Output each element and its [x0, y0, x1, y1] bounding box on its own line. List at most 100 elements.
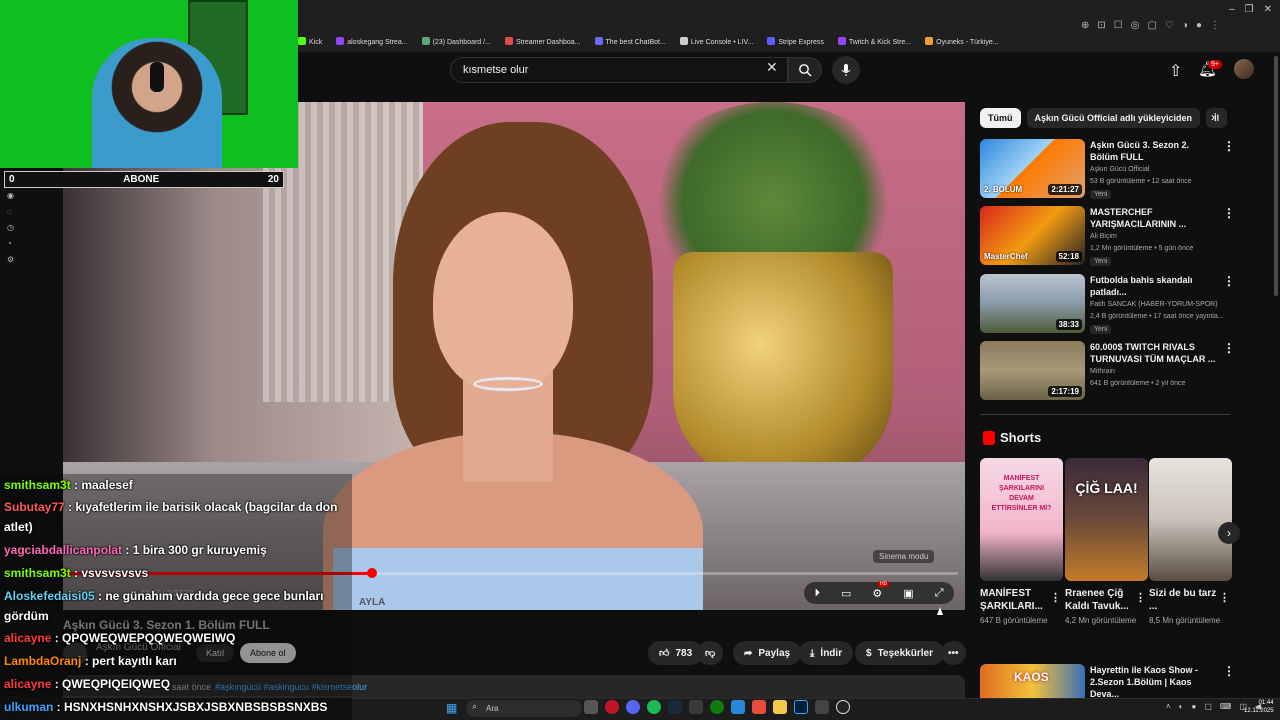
chevron-right-icon[interactable]: ›: [1211, 110, 1215, 124]
clear-icon[interactable]: ✕: [766, 59, 778, 76]
short-card[interactable]: Sizi de bu tarz ... 8,5 Mn görüntüleme ⋮: [1149, 458, 1232, 627]
scrollbar[interactable]: [1274, 56, 1278, 296]
rail-icon[interactable]: ◉: [7, 191, 20, 204]
more-vert-icon[interactable]: ⋮: [1135, 591, 1146, 604]
bookmark-item[interactable]: The best ChatBot...: [594, 37, 666, 46]
chat-username[interactable]: smithsam3t: [4, 478, 71, 492]
rail-icon[interactable]: ◌: [7, 207, 20, 220]
maximize-icon[interactable]: ❐: [1245, 4, 1254, 15]
more-vert-icon[interactable]: ⋮: [1050, 591, 1061, 604]
tray-icon[interactable]: ▢: [1204, 702, 1212, 711]
taskbar-search[interactable]: Ara: [466, 700, 582, 717]
autoplay-toggle-icon[interactable]: ⏵: [815, 587, 821, 600]
short-thumbnail[interactable]: ÇİĞ LAA!: [1065, 458, 1148, 581]
extension-icon[interactable]: ◑: [1182, 20, 1188, 31]
chevron-up-icon[interactable]: ˄: [1166, 702, 1171, 711]
video-title[interactable]: Aşkın Gücü 3. Sezon 2. Bölüm FULL: [1090, 139, 1218, 163]
photoshop-icon[interactable]: [794, 700, 808, 714]
chat-username[interactable]: smithsam3t: [4, 566, 71, 580]
bookmark-item[interactable]: Streamer Dashboa...: [504, 37, 581, 46]
chat-username[interactable]: alicayne: [4, 677, 51, 691]
more-vert-icon[interactable]: ⋮: [1219, 591, 1230, 604]
settings-icon[interactable]: ⚙ HD: [872, 580, 890, 600]
video-title[interactable]: Hayrettin ile Kaos Show - 2.Sezon 1.Bölü…: [1090, 664, 1218, 700]
windows-start-icon[interactable]: ▦: [446, 701, 457, 715]
extension-icon[interactable]: ◎: [1131, 20, 1140, 31]
extension-icon[interactable]: ☐: [1114, 20, 1123, 31]
rail-icon[interactable]: ◔: [7, 239, 20, 252]
account-avatar[interactable]: [1234, 59, 1254, 79]
close-icon[interactable]: ✕: [1264, 4, 1272, 15]
bookmark-item[interactable]: (23) Dashboard /...: [421, 37, 491, 46]
filter-chip[interactable]: Aşkın Gücü Official adlı yükleyiciden: [1026, 108, 1201, 128]
more-vert-icon[interactable]: ⋮: [1223, 664, 1235, 678]
subtitles-icon[interactable]: ▭: [841, 587, 851, 600]
app-icon[interactable]: [815, 700, 829, 714]
more-vert-icon[interactable]: ⋮: [1223, 274, 1235, 288]
channel-name[interactable]: Fatih SANCAK (HABER-YORUM-SPOR): [1090, 301, 1218, 308]
more-vert-icon[interactable]: ⋮: [1223, 206, 1235, 220]
download-button[interactable]: ⤓ İndir: [799, 641, 854, 665]
bookmark-item[interactable]: aloskegang Strea...: [336, 37, 408, 46]
opera-icon[interactable]: [605, 700, 619, 714]
tray-icon[interactable]: ◐: [1179, 702, 1184, 711]
channel-name[interactable]: Aşkın Gücü Official: [1090, 166, 1149, 173]
discord-icon[interactable]: [626, 700, 640, 714]
filter-chip[interactable]: Tümü: [980, 108, 1021, 128]
short-card[interactable]: ÇİĞ LAA! Rraenee Çiğ Kaldı Tavuk... 4,2 Mn…: [1065, 458, 1148, 627]
app-icon[interactable]: [752, 700, 766, 714]
video-thumbnail[interactable]: 2. BÖLÜM 2:21:27: [980, 139, 1085, 198]
more-vert-icon[interactable]: ⋮: [1223, 139, 1235, 153]
video-thumbnail[interactable]: 38:33: [980, 274, 1085, 333]
dislike-button[interactable]: 👎︎: [697, 641, 724, 665]
settings-icon[interactable]: ⚙: [7, 255, 20, 268]
short-title[interactable]: Rraenee Çiğ Kaldı Tavuk...: [1065, 587, 1137, 613]
video-title[interactable]: Futbolda bahis skandalı patladı...: [1090, 274, 1218, 298]
profile-icon[interactable]: ●: [1196, 20, 1202, 31]
progress-scrubber[interactable]: [367, 568, 377, 578]
short-title[interactable]: MANİFEST ŞARKILARI...: [980, 587, 1052, 613]
more-actions-button[interactable]: •••: [941, 641, 966, 665]
short-card[interactable]: MANİFEST ŞARKILARINI DEVAM ETTİRSİNLER M…: [980, 458, 1063, 627]
bookmark-item[interactable]: Kick: [298, 37, 322, 46]
like-button[interactable]: 👍︎ 783: [648, 641, 704, 665]
search-button[interactable]: [788, 57, 822, 83]
voice-search-button[interactable]: [832, 56, 860, 84]
chat-username[interactable]: yagciabdallicanpolat: [4, 543, 122, 557]
recommendation-card[interactable]: 2. BÖLÜM 2:21:27 Aşkın Gücü 3. Sezon 2. Bö…: [980, 139, 1240, 201]
minimize-icon[interactable]: –: [1229, 4, 1235, 15]
upload-icon[interactable]: ⇧: [1169, 61, 1182, 81]
fullscreen-icon[interactable]: ⤢: [935, 587, 944, 600]
file-explorer-icon[interactable]: [773, 700, 787, 714]
extension-icon[interactable]: ⊕: [1081, 20, 1089, 31]
channel-name[interactable]: Ali Biçim: [1090, 233, 1117, 240]
extension-icon[interactable]: ▢: [1147, 20, 1156, 31]
search-input[interactable]: kısmetse olur: [450, 57, 788, 83]
bookmark-item[interactable]: Live Console • LIV...: [679, 37, 753, 46]
short-title[interactable]: Sizi de bu tarz ...: [1149, 587, 1221, 613]
short-thumbnail[interactable]: [1149, 458, 1232, 581]
short-thumbnail[interactable]: MANİFEST ŞARKILARINI DEVAM ETTİRSİNLER M…: [980, 458, 1063, 581]
bookmark-item[interactable]: Twitch & Kick Stre...: [837, 37, 911, 46]
obs-icon[interactable]: [836, 700, 850, 714]
menu-icon[interactable]: ⋮: [1210, 20, 1220, 31]
more-vert-icon[interactable]: ⋮: [1223, 341, 1235, 355]
recommendation-card[interactable]: 38:33 Futbolda bahis skandalı patladı... F…: [980, 274, 1240, 336]
video-thumbnail[interactable]: 2:17:19: [980, 341, 1085, 400]
xbox-icon[interactable]: [710, 700, 724, 714]
taskbar-clock[interactable]: 01:44 12.11.2025: [1244, 699, 1274, 715]
video-title[interactable]: 60.000$ TWITCH RIVALS TURNUVASI TÜM MAÇL…: [1090, 341, 1218, 365]
extension-icon[interactable]: ⊡: [1097, 20, 1105, 31]
language-icon[interactable]: ⌨: [1220, 702, 1232, 711]
video-title[interactable]: MASTERCHEF YARIŞMACILARININ ...: [1090, 206, 1218, 230]
microphone-icon[interactable]: ●: [1192, 702, 1197, 711]
chat-username[interactable]: Subutay77: [4, 500, 65, 514]
task-view-icon[interactable]: [584, 700, 598, 714]
chat-username[interactable]: LambdaOranj: [4, 654, 81, 668]
miniplayer-icon[interactable]: ▣: [903, 587, 913, 600]
recommendation-card[interactable]: MasterChef 52:18 MASTERCHEF YARIŞMACILARIN…: [980, 206, 1240, 268]
app-icon[interactable]: [731, 700, 745, 714]
chat-username[interactable]: Aloskefedaisi05: [4, 589, 95, 603]
share-button[interactable]: ➦ Paylaş: [733, 641, 802, 665]
channel-name[interactable]: Mithrain: [1090, 368, 1115, 375]
